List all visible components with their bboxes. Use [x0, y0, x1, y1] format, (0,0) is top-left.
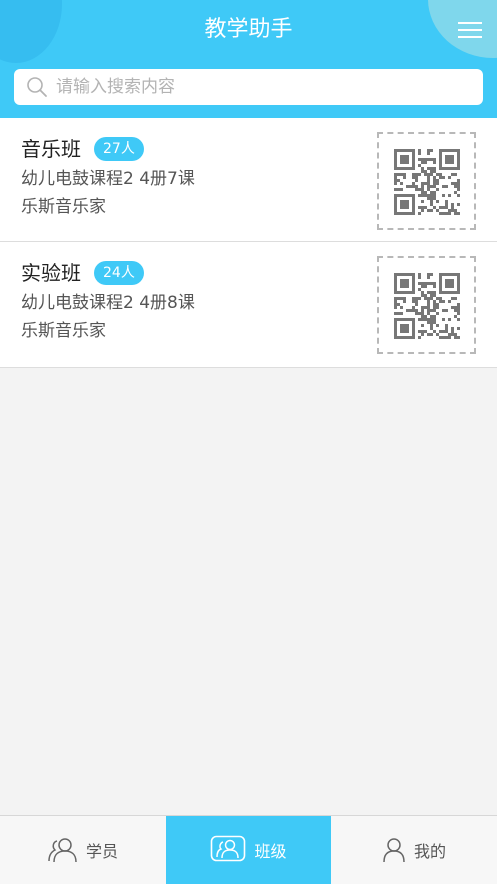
class-list: 音乐班 27人 幼儿电鼓课程2 4册7课 乐斯音乐家 实验班 24人 幼儿电鼓课…: [0, 118, 497, 368]
app-header: 教学助手: [0, 0, 497, 118]
tab-label: 我的: [413, 842, 446, 861]
tab-profile[interactable]: 我的: [331, 816, 497, 884]
page-title: 教学助手: [204, 17, 293, 42]
class-course: 幼儿电鼓课程2 4册8课: [21, 293, 195, 313]
search-icon: [27, 77, 47, 97]
class-item[interactable]: 音乐班 27人 幼儿电鼓课程2 4册7课 乐斯音乐家: [0, 118, 497, 242]
class-icon: [211, 835, 246, 862]
class-item[interactable]: 实验班 24人 幼儿电鼓课程2 4册8课 乐斯音乐家: [0, 242, 497, 368]
qr-code-icon: [394, 273, 460, 339]
class-name: 音乐班: [21, 137, 81, 161]
bottom-tab-bar: 学员 班级 我的: [0, 815, 497, 884]
tab-class[interactable]: 班级: [166, 816, 331, 884]
profile-icon: [383, 838, 405, 863]
qr-code-button[interactable]: [377, 256, 476, 354]
qr-code-icon: [394, 149, 460, 215]
menu-icon[interactable]: [458, 20, 484, 40]
qr-code-button[interactable]: [377, 132, 476, 230]
students-icon: [48, 838, 77, 863]
class-organization: 乐斯音乐家: [21, 197, 106, 217]
tab-students[interactable]: 学员: [0, 816, 166, 884]
member-count-badge: 24人: [94, 261, 144, 285]
class-course: 幼儿电鼓课程2 4册7课: [21, 169, 195, 189]
member-count-badge: 27人: [94, 137, 144, 161]
search-bar[interactable]: [14, 69, 483, 105]
class-organization: 乐斯音乐家: [21, 321, 106, 341]
class-name: 实验班: [21, 261, 81, 285]
tab-label: 班级: [254, 842, 287, 861]
search-input[interactable]: [54, 76, 483, 98]
tab-label: 学员: [85, 842, 118, 861]
